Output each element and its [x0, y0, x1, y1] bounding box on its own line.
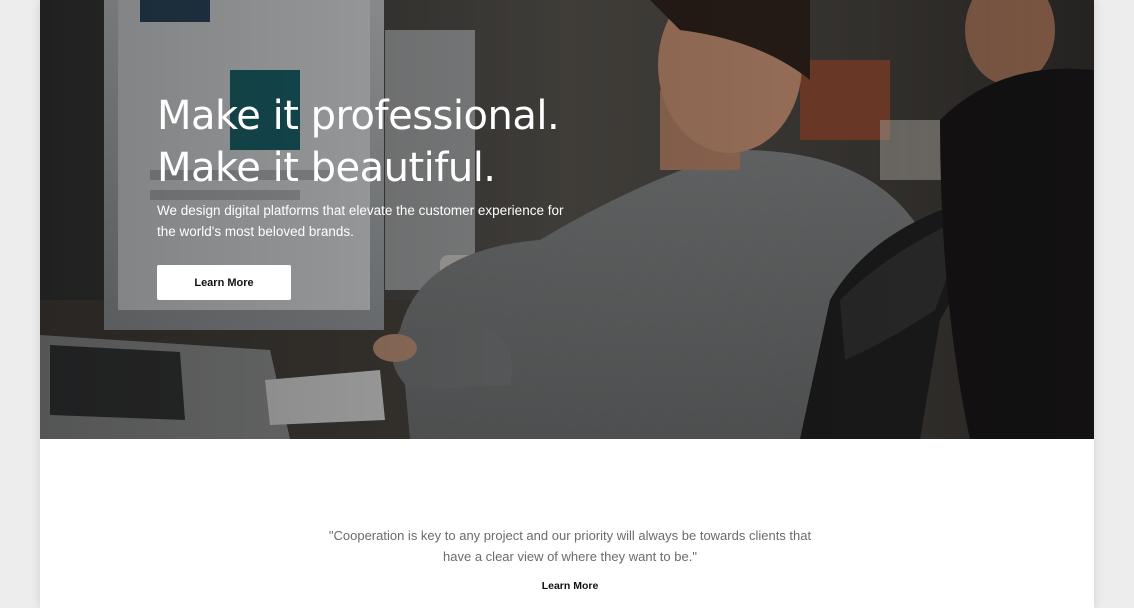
hero-section: Make it professional. Make it beautiful.… — [40, 0, 1094, 439]
hero-learn-more-button[interactable]: Learn More — [157, 265, 291, 300]
hero-title-line-1: Make it professional. — [157, 93, 560, 139]
hero-title-line-2: Make it beautiful. — [157, 145, 496, 191]
testimonial-learn-more-link[interactable]: Learn More — [520, 580, 620, 592]
hero-title: Make it professional. Make it beautiful. — [157, 90, 560, 194]
hero-subtitle: We design digital platforms that elevate… — [157, 203, 564, 239]
testimonial-quote: "Cooperation is key to any project and o… — [328, 528, 812, 564]
page-container: Make it professional. Make it beautiful.… — [40, 0, 1094, 608]
